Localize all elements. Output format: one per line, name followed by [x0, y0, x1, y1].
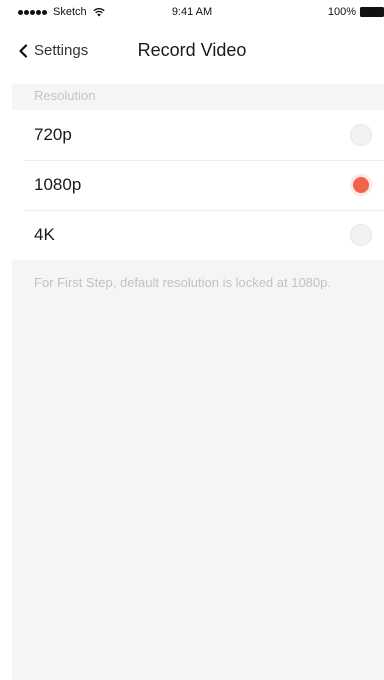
resolution-option-720p[interactable]: 720p [12, 110, 384, 160]
resolution-footnote: For First Step, default resolution is lo… [34, 275, 331, 290]
resolution-option-list: 720p 1080p 4K [12, 110, 384, 260]
battery-icon [360, 7, 384, 17]
resolution-option-4k[interactable]: 4K [12, 210, 384, 260]
section-header-resolution: Resolution [34, 88, 96, 103]
status-time: 9:41 AM [171, 6, 213, 18]
option-label: 4K [34, 225, 55, 244]
option-label: 1080p [34, 175, 82, 194]
radio-button-unselected[interactable] [350, 224, 372, 246]
resolution-option-1080p[interactable]: 1080p [12, 160, 384, 210]
option-label: 720p [34, 125, 72, 144]
status-right: 100% [328, 6, 384, 18]
page-title: Record Video [137, 40, 247, 60]
radio-button-selected[interactable] [350, 174, 372, 196]
status-bar: Sketch 9:41 AM 100% [0, 0, 384, 22]
battery-percentage: 100% [327, 6, 356, 18]
settings-content: Resolution 720p 1080p 4K For First Step,… [12, 84, 384, 680]
navigation-bar: Settings Record Video [0, 22, 384, 84]
radio-button-unselected[interactable] [350, 124, 372, 146]
